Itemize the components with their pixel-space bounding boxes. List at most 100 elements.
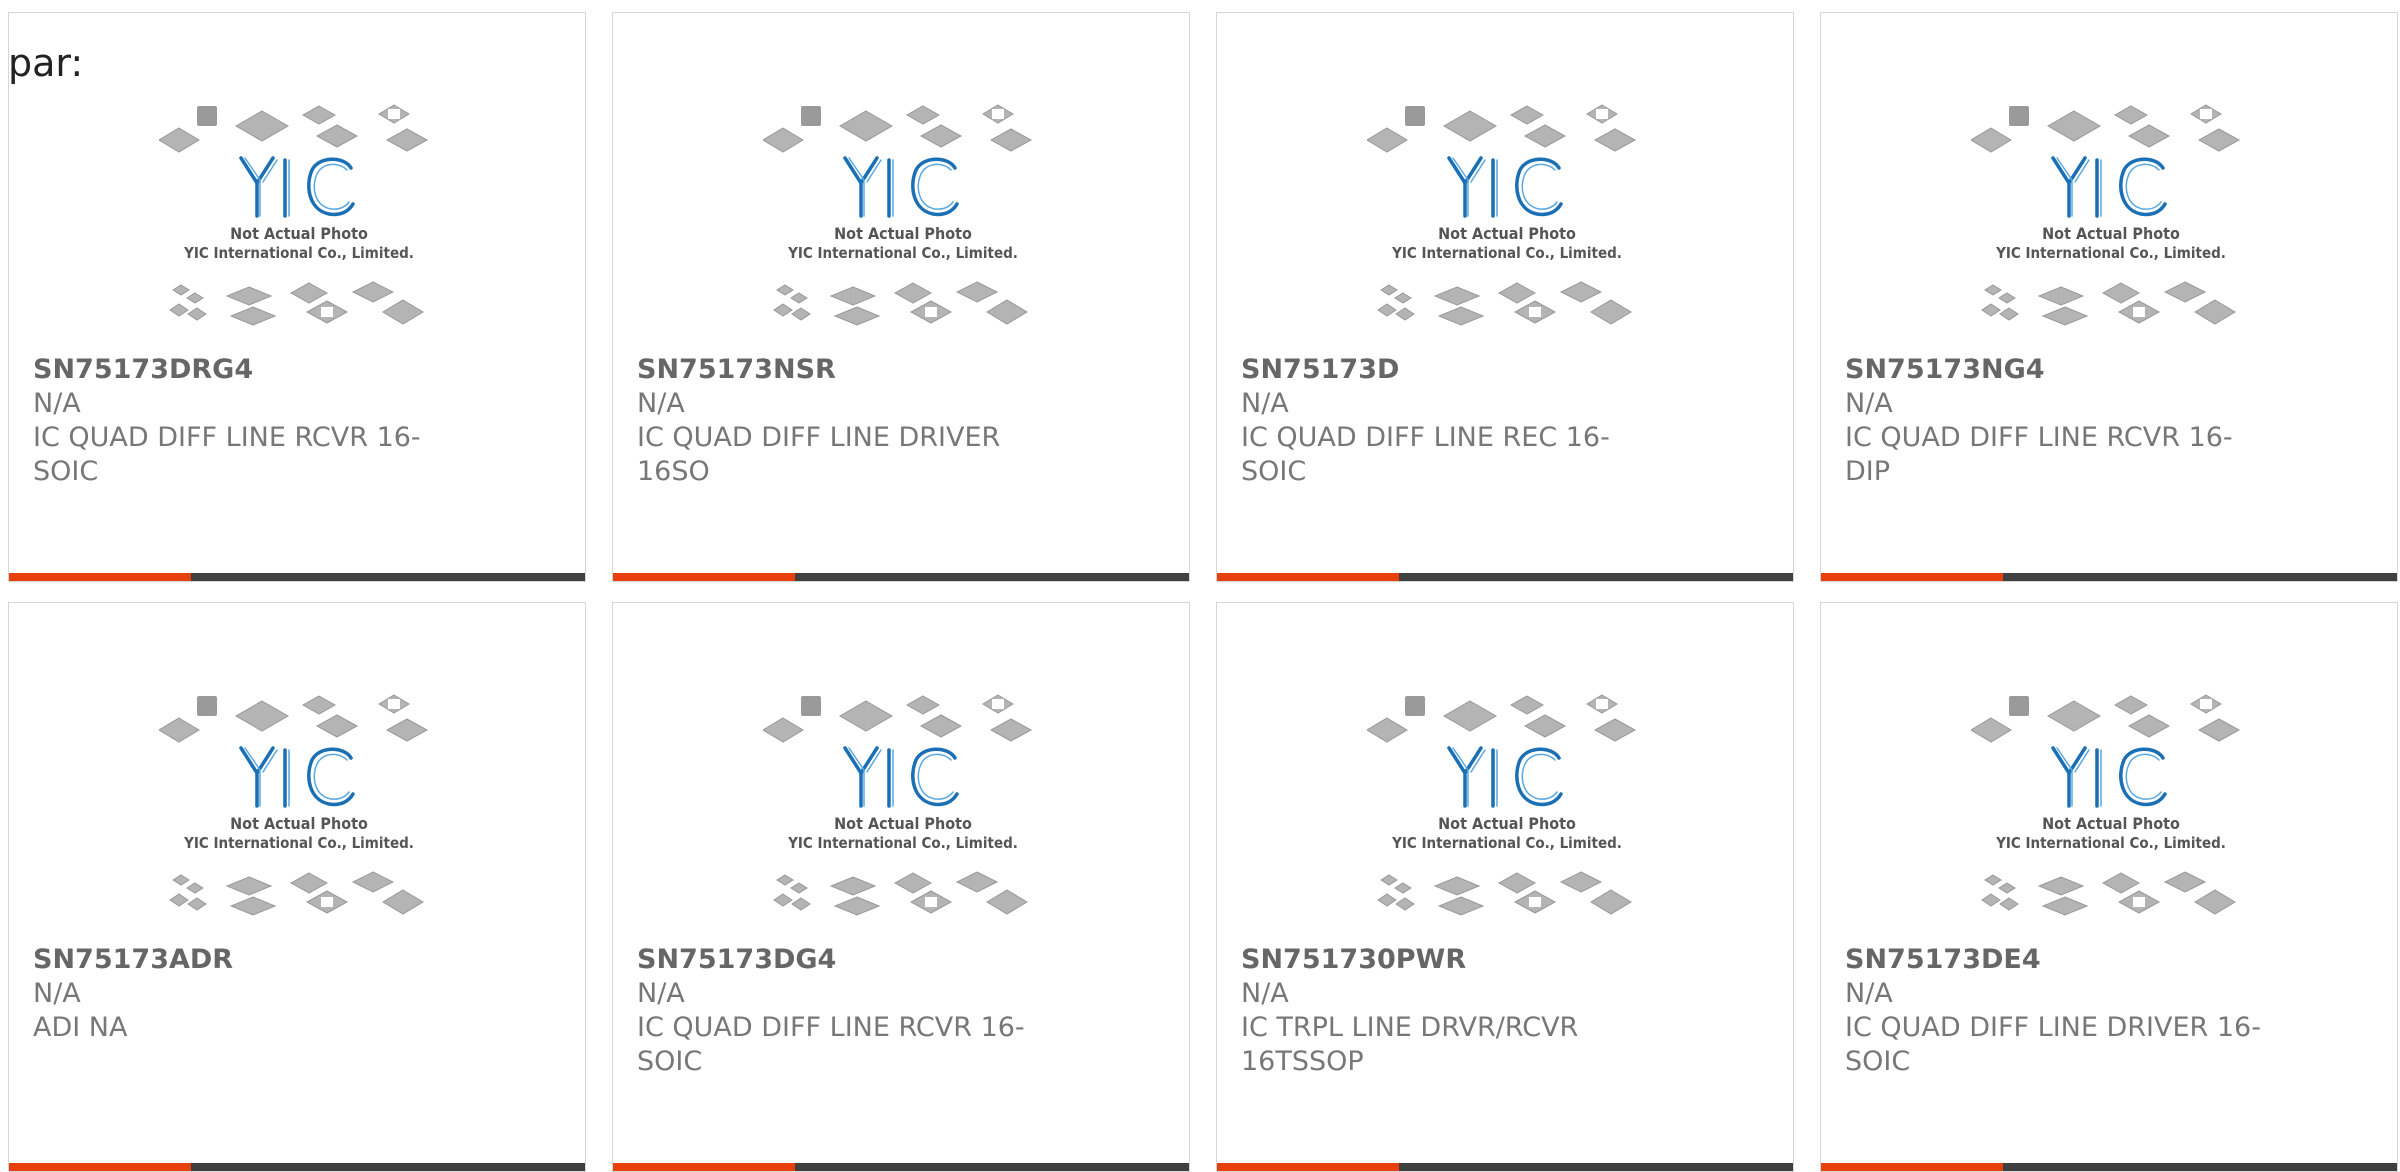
product-card[interactable]: Not Actual Photo YIC International Co., L… bbox=[1820, 602, 2398, 1172]
chip-package-icon bbox=[1984, 284, 2002, 296]
chip-package-icon bbox=[351, 871, 395, 893]
chip-package-icon bbox=[989, 718, 1033, 742]
placeholder-company: YIC International Co., Limited. bbox=[787, 244, 1018, 262]
product-info: SN75173DG4 N/A IC QUAD DIFF LINE RCVR 16… bbox=[637, 943, 1057, 1079]
chip-package-icon bbox=[186, 292, 204, 304]
product-card[interactable]: Not Actual Photo YIC International Co., L… bbox=[612, 602, 1190, 1172]
chip-package-icon bbox=[172, 874, 190, 886]
product-part-number[interactable]: SN75173NG4 bbox=[1845, 353, 2265, 387]
product-description: IC QUAD DIFF LINE RCVR 16-SOIC bbox=[33, 422, 421, 487]
chip-package-icon bbox=[801, 696, 821, 716]
card-accent-bar bbox=[1217, 1163, 1399, 1171]
chip-package-icon bbox=[2194, 299, 2236, 325]
placeholder-caption: Not Actual Photo bbox=[230, 224, 368, 243]
chip-package-icon bbox=[1998, 292, 2016, 304]
card-bottom-bar bbox=[613, 1163, 1189, 1171]
chip-die-icon bbox=[1529, 307, 1541, 317]
chip-package-icon bbox=[763, 127, 804, 153]
chip-package-icon bbox=[2127, 714, 2171, 738]
chip-package-icon bbox=[776, 874, 794, 886]
chip-die-icon bbox=[388, 699, 400, 709]
chip-package-icon bbox=[289, 872, 329, 894]
product-brand: N/A bbox=[1241, 388, 1289, 419]
product-info: SN75173DE4 N/A IC QUAD DIFF LINE DRIVER … bbox=[1845, 943, 2265, 1079]
chip-package-icon bbox=[833, 306, 881, 326]
chip-package-icon bbox=[187, 897, 207, 911]
card-bottom-bar bbox=[9, 1163, 585, 1171]
chip-package-icon bbox=[315, 124, 359, 148]
product-brand: N/A bbox=[33, 978, 81, 1009]
chip-die-icon bbox=[2200, 699, 2212, 709]
yic-logo-icon bbox=[239, 746, 355, 808]
chip-package-icon bbox=[776, 284, 794, 296]
product-card[interactable]: Not Actual Photo YIC International Co., L… bbox=[8, 12, 586, 582]
chip-package-icon bbox=[1590, 889, 1632, 915]
chip-package-icon bbox=[385, 718, 429, 742]
chip-package-icon bbox=[801, 106, 821, 126]
product-card[interactable]: Not Actual Photo YIC International Co., L… bbox=[612, 12, 1190, 582]
yic-logo-icon bbox=[1447, 156, 1563, 218]
chip-die-icon bbox=[2133, 307, 2145, 317]
chip-package-icon bbox=[1523, 714, 1567, 738]
chip-package-icon bbox=[1380, 874, 1398, 886]
chip-package-icon bbox=[2046, 700, 2102, 732]
chip-package-icon bbox=[382, 299, 424, 325]
product-brand: N/A bbox=[637, 978, 685, 1009]
chip-package-icon bbox=[225, 876, 273, 896]
card-accent-bar bbox=[1821, 573, 2003, 581]
chip-package-icon bbox=[989, 128, 1033, 152]
chip-package-icon bbox=[1971, 717, 2012, 743]
placeholder-company: YIC International Co., Limited. bbox=[183, 244, 414, 262]
product-photo-placeholder: Not Actual PhotoYIC International Co., L… bbox=[763, 104, 1033, 326]
product-info: SN75173ADR N/A ADI NA bbox=[33, 943, 453, 1045]
product-card[interactable]: Not Actual Photo YIC International Co., L… bbox=[1820, 12, 2398, 582]
chip-package-icon bbox=[301, 105, 337, 125]
chip-package-icon bbox=[1981, 303, 2001, 317]
product-photo-placeholder: Not Actual PhotoYIC International Co., L… bbox=[159, 104, 429, 326]
product-card[interactable]: Not Actual Photo YIC International Co., L… bbox=[8, 602, 586, 1172]
product-description: IC QUAD DIFF LINE RCVR 16-DIP bbox=[1845, 422, 2233, 487]
chip-package-icon bbox=[955, 871, 999, 893]
product-card[interactable]: Not Actual Photo YIC International Co., L… bbox=[1216, 602, 1794, 1172]
chip-package-icon bbox=[893, 282, 933, 304]
chip-die-icon bbox=[321, 307, 333, 317]
chip-package-icon bbox=[2197, 718, 2241, 742]
placeholder-caption: Not Actual Photo bbox=[1438, 224, 1576, 243]
chip-package-icon bbox=[1437, 306, 1485, 326]
product-info: SN75173D N/A IC QUAD DIFF LINE REC 16-SO… bbox=[1241, 353, 1661, 489]
placeholder-caption: Not Actual Photo bbox=[2042, 814, 2180, 833]
chip-die-icon bbox=[1529, 897, 1541, 907]
product-part-number[interactable]: SN75173DRG4 bbox=[33, 353, 453, 387]
product-part-number[interactable]: SN75173NSR bbox=[637, 353, 1057, 387]
product-part-number[interactable]: SN75173DG4 bbox=[637, 943, 1057, 977]
chip-package-icon bbox=[763, 717, 804, 743]
chip-package-icon bbox=[1984, 874, 2002, 886]
chip-package-icon bbox=[1395, 897, 1415, 911]
chip-package-icon bbox=[1380, 284, 1398, 296]
chip-package-icon bbox=[2113, 695, 2149, 715]
product-part-number[interactable]: SN75173ADR bbox=[33, 943, 453, 977]
chip-package-icon bbox=[1377, 303, 1397, 317]
chip-package-icon bbox=[1437, 896, 1485, 916]
chip-package-icon bbox=[315, 714, 359, 738]
yic-logo-icon bbox=[2051, 156, 2167, 218]
chip-package-icon bbox=[1999, 897, 2019, 911]
card-bottom-bar bbox=[1217, 573, 1793, 581]
placeholder-company: YIC International Co., Limited. bbox=[1391, 834, 1622, 852]
placeholder-company: YIC International Co., Limited. bbox=[1995, 834, 2226, 852]
chip-package-icon bbox=[159, 127, 200, 153]
product-part-number[interactable]: SN751730PWR bbox=[1241, 943, 1661, 977]
product-part-number[interactable]: SN75173DE4 bbox=[1845, 943, 2265, 977]
product-info: SN75173DRG4 N/A IC QUAD DIFF LINE RCVR 1… bbox=[33, 353, 453, 489]
chip-die-icon bbox=[925, 897, 937, 907]
chip-die-icon bbox=[2133, 897, 2145, 907]
product-part-number[interactable]: SN75173D bbox=[1241, 353, 1661, 387]
chip-package-icon bbox=[2041, 896, 2089, 916]
chip-package-icon bbox=[169, 893, 189, 907]
chip-die-icon bbox=[1596, 109, 1608, 119]
chip-package-icon bbox=[229, 306, 277, 326]
product-brand: N/A bbox=[1845, 978, 1893, 1009]
placeholder-caption: Not Actual Photo bbox=[230, 814, 368, 833]
product-card[interactable]: Not Actual Photo YIC International Co., L… bbox=[1216, 12, 1794, 582]
chip-die-icon bbox=[2200, 109, 2212, 119]
